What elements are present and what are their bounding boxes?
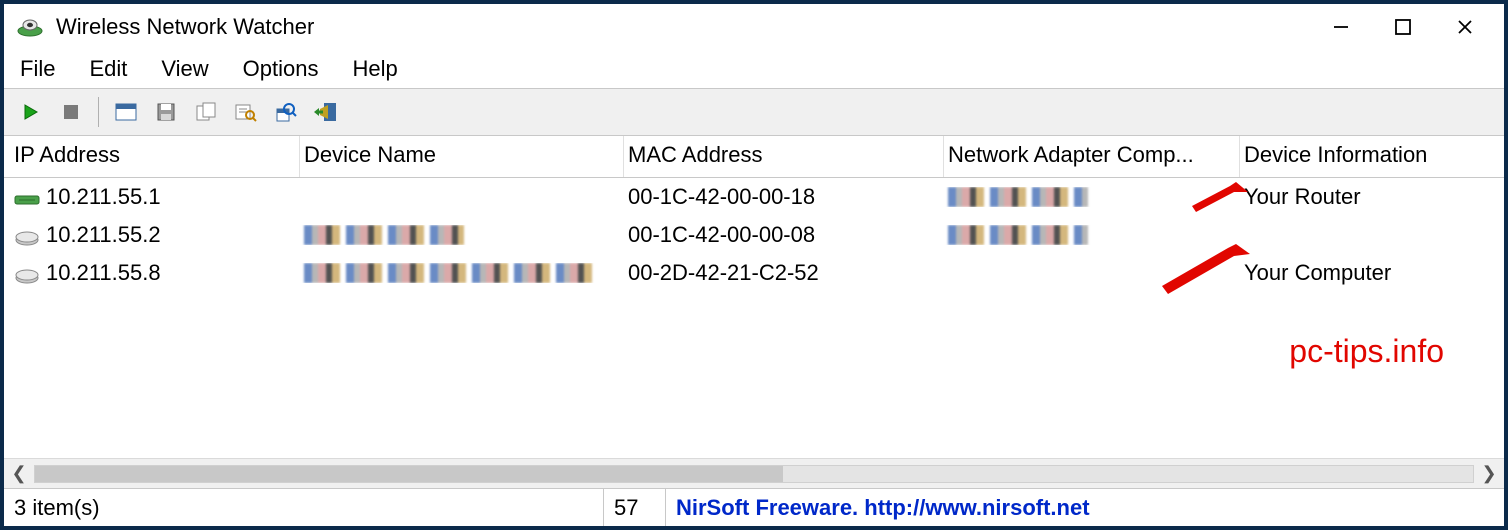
toolbar (4, 88, 1504, 136)
router-icon (14, 188, 40, 206)
cell-mac: 00-2D-42-21-C2-52 (628, 260, 819, 286)
properties-button[interactable] (109, 95, 143, 129)
table-row[interactable]: 10.211.55.1 00-1C-42-00-00-18 Your Route… (4, 178, 1504, 216)
maximize-button[interactable] (1372, 7, 1434, 47)
cell-mac: 00-1C-42-00-00-18 (628, 184, 815, 210)
play-button[interactable] (14, 95, 48, 129)
column-device[interactable]: Device Name (300, 136, 624, 177)
toolbar-separator (98, 97, 99, 127)
cell-device-blurred (304, 263, 594, 283)
menu-view[interactable]: View (155, 52, 226, 86)
cell-info: Your Computer (1244, 260, 1391, 286)
cell-ip: 10.211.55.8 (46, 260, 161, 286)
menu-bar: File Edit View Options Help (4, 50, 1504, 88)
find-button[interactable] (229, 95, 263, 129)
window-title: Wireless Network Watcher (56, 14, 1310, 40)
menu-edit[interactable]: Edit (83, 52, 145, 86)
title-bar: Wireless Network Watcher (4, 4, 1504, 50)
copy-button[interactable] (189, 95, 223, 129)
status-bar: 3 item(s) 57 NirSoft Freeware. http://ww… (4, 488, 1504, 526)
table-body: 10.211.55.1 00-1C-42-00-00-18 Your Route… (4, 178, 1504, 458)
cell-adapter-blurred (948, 225, 1088, 245)
scroll-right-icon[interactable]: ❯ (1474, 463, 1504, 484)
cell-ip: 10.211.55.1 (46, 184, 161, 210)
status-count: 57 (604, 489, 666, 526)
watermark-text: pc-tips.info (1289, 333, 1444, 370)
horizontal-scrollbar[interactable]: ❮ ❯ (4, 458, 1504, 488)
save-button[interactable] (149, 95, 183, 129)
table-row[interactable]: 10.211.55.8 00-2D-42-21-C2-52 Your Compu… (4, 254, 1504, 292)
cell-adapter-blurred (948, 187, 1088, 207)
device-icon (14, 264, 40, 282)
app-icon (16, 17, 44, 37)
column-mac[interactable]: MAC Address (624, 136, 944, 177)
menu-help[interactable]: Help (347, 52, 416, 86)
status-items: 3 item(s) (4, 489, 604, 526)
stop-button[interactable] (54, 95, 88, 129)
status-link[interactable]: NirSoft Freeware. http://www.nirsoft.net (666, 489, 1100, 526)
cell-ip: 10.211.55.2 (46, 222, 161, 248)
cell-info: Your Router (1244, 184, 1361, 210)
minimize-button[interactable] (1310, 7, 1372, 47)
close-button[interactable] (1434, 7, 1496, 47)
column-info[interactable]: Device Information (1240, 136, 1504, 177)
column-ip[interactable]: IP Address (4, 136, 300, 177)
exit-button[interactable] (309, 95, 343, 129)
scroll-track[interactable] (34, 465, 1474, 483)
device-icon (14, 226, 40, 244)
table-header: IP Address Device Name MAC Address Netwo… (4, 136, 1504, 178)
table-row[interactable]: 10.211.55.2 00-1C-42-00-00-08 (4, 216, 1504, 254)
cell-mac: 00-1C-42-00-00-08 (628, 222, 815, 248)
scroll-thumb[interactable] (35, 466, 783, 482)
column-adapter[interactable]: Network Adapter Comp... (944, 136, 1240, 177)
menu-options[interactable]: Options (237, 52, 337, 86)
cell-device-blurred (304, 225, 464, 245)
advanced-options-button[interactable] (269, 95, 303, 129)
scroll-left-icon[interactable]: ❮ (4, 463, 34, 484)
menu-file[interactable]: File (14, 52, 73, 86)
